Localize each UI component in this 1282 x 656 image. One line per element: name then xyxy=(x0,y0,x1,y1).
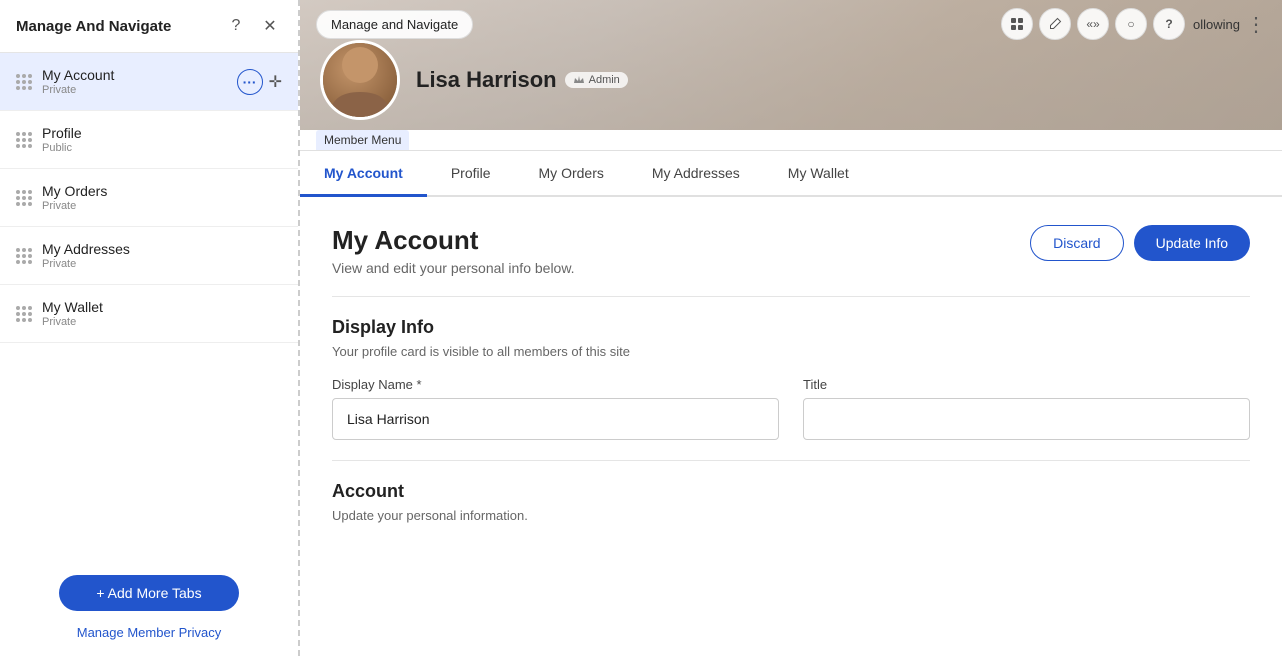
tab-my-addresses[interactable]: My Addresses xyxy=(628,151,764,195)
left-panel: Manage And Navigate ? ✕ My Account Priva… xyxy=(0,0,300,656)
three-dots-btn[interactable]: ⋮ xyxy=(1246,12,1266,37)
title-label: Title xyxy=(803,377,1250,392)
tab-profile[interactable]: Profile xyxy=(427,151,515,195)
layout-icon xyxy=(1010,17,1024,31)
tab-my-orders[interactable]: My Orders xyxy=(515,151,628,195)
display-info-section: Display Info Your profile card is visibl… xyxy=(332,317,1250,440)
panel-footer: + Add More Tabs Manage Member Privacy xyxy=(0,555,298,656)
drag-handle-icon xyxy=(16,306,32,322)
move-icon: ✛ xyxy=(269,72,282,92)
nav-item-sublabel: Private xyxy=(42,258,282,270)
avatar xyxy=(320,40,400,120)
content-header: My Account View and edit your personal i… xyxy=(332,225,1250,276)
nav-item-my-addresses[interactable]: My Addresses Private xyxy=(0,227,298,285)
nav-item-profile[interactable]: Profile Public xyxy=(0,111,298,169)
tab-my-wallet[interactable]: My Wallet xyxy=(764,151,873,195)
nav-item-sublabel: Private xyxy=(42,316,282,328)
nav-item-label: Profile xyxy=(42,125,282,141)
manage-navigate-btn[interactable]: Manage and Navigate xyxy=(316,10,473,39)
crown-icon xyxy=(573,74,585,86)
nav-item-text: My Orders Private xyxy=(42,183,282,212)
display-name-input[interactable] xyxy=(332,398,779,440)
profile-name-area: Lisa Harrison Admin xyxy=(416,67,628,93)
action-buttons: Discard Update Info xyxy=(1030,225,1250,261)
title-input[interactable] xyxy=(803,398,1250,440)
title-field: Title xyxy=(803,377,1250,440)
toolbar-right: «» ○ ? ollowing ⋮ xyxy=(1001,8,1266,40)
right-panel: Manage and Navigate «» xyxy=(300,0,1282,656)
nav-item-text: My Wallet Private xyxy=(42,299,282,328)
nav-item-more-btn[interactable]: ··· xyxy=(237,69,263,95)
member-menu-strip: Member Menu xyxy=(300,130,1282,151)
admin-badge: Admin xyxy=(565,72,628,88)
avatar-inner xyxy=(323,43,397,117)
discard-button[interactable]: Discard xyxy=(1030,225,1123,261)
nav-item-label: My Account xyxy=(42,67,237,83)
profile-info-row: Lisa Harrison Admin xyxy=(320,40,628,120)
profile-name: Lisa Harrison xyxy=(416,67,557,93)
circle-icon-btn[interactable]: ○ xyxy=(1115,8,1147,40)
nav-item-label: My Addresses xyxy=(42,241,282,257)
nav-item-label: My Wallet xyxy=(42,299,282,315)
profile-banner: Manage and Navigate «» xyxy=(300,0,1282,130)
drag-handle-icon xyxy=(16,132,32,148)
nav-item-sublabel: Private xyxy=(42,200,282,212)
tab-bar: My Account Profile My Orders My Addresse… xyxy=(300,151,1282,197)
back-icon: «» xyxy=(1086,17,1099,31)
manage-privacy-link[interactable]: Manage Member Privacy xyxy=(77,625,222,640)
nav-item-sublabel: Private xyxy=(42,84,237,96)
content-title-section: My Account View and edit your personal i… xyxy=(332,225,575,276)
page-title: My Account xyxy=(332,225,575,256)
display-info-title: Display Info xyxy=(332,317,1250,338)
toolbar-row: Manage and Navigate «» xyxy=(300,8,1282,40)
admin-label: Admin xyxy=(589,74,620,86)
display-name-field: Display Name * xyxy=(332,377,779,440)
display-name-label: Display Name * xyxy=(332,377,779,392)
edit-icon xyxy=(1048,17,1062,31)
nav-item-text: My Account Private xyxy=(42,67,237,96)
help-icon: ? xyxy=(232,17,241,35)
content-subtitle: View and edit your personal info below. xyxy=(332,260,575,276)
divider-2 xyxy=(332,460,1250,461)
back-icon-btn[interactable]: «» xyxy=(1077,8,1109,40)
drag-handle-icon xyxy=(16,74,32,90)
member-menu-label: Member Menu xyxy=(316,130,409,150)
help-icon-btn[interactable]: ? xyxy=(224,14,248,38)
drag-handle-icon xyxy=(16,248,32,264)
avatar-silhouette xyxy=(325,43,395,117)
help-toolbar-icon-btn[interactable]: ? xyxy=(1153,8,1185,40)
panel-header-icons: ? ✕ xyxy=(224,14,282,38)
nav-item-text: My Addresses Private xyxy=(42,241,282,270)
edit-icon-btn[interactable] xyxy=(1039,8,1071,40)
panel-title: Manage And Navigate xyxy=(16,18,171,35)
form-row-display: Display Name * Title xyxy=(332,377,1250,440)
update-info-button[interactable]: Update Info xyxy=(1134,225,1250,261)
close-icon: ✕ xyxy=(263,16,276,36)
nav-item-text: Profile Public xyxy=(42,125,282,154)
account-section-title: Account xyxy=(332,481,1250,502)
display-info-subtitle: Your profile card is visible to all memb… xyxy=(332,344,1250,359)
nav-item-my-orders[interactable]: My Orders Private xyxy=(0,169,298,227)
nav-item-my-wallet[interactable]: My Wallet Private xyxy=(0,285,298,343)
nav-item-my-account[interactable]: My Account Private ··· ✛ xyxy=(0,53,298,111)
content-area: My Account View and edit your personal i… xyxy=(300,197,1282,656)
divider-1 xyxy=(332,296,1250,297)
drag-handle-icon xyxy=(16,190,32,206)
help-toolbar-icon: ? xyxy=(1165,17,1172,31)
following-label: ollowing xyxy=(1193,17,1240,32)
nav-item-sublabel: Public xyxy=(42,142,282,154)
layout-icon-btn[interactable] xyxy=(1001,8,1033,40)
close-icon-btn[interactable]: ✕ xyxy=(258,14,282,38)
panel-header: Manage And Navigate ? ✕ xyxy=(0,0,298,53)
nav-items: My Account Private ··· ✛ Profile Public xyxy=(0,53,298,555)
account-section-subtitle: Update your personal information. xyxy=(332,508,1250,523)
tab-my-account[interactable]: My Account xyxy=(300,151,427,195)
profile-name-section: Lisa Harrison Admin xyxy=(416,67,628,93)
nav-item-label: My Orders xyxy=(42,183,282,199)
add-more-tabs-button[interactable]: + Add More Tabs xyxy=(59,575,239,611)
circle-icon: ○ xyxy=(1127,17,1134,31)
account-section: Account Update your personal information… xyxy=(332,481,1250,523)
